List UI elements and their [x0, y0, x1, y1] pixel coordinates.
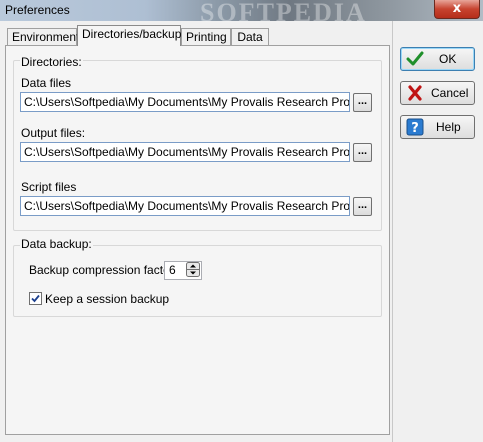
data-files-label: Data files: [21, 76, 72, 90]
keep-session-backup-checkbox[interactable]: [29, 292, 42, 305]
watermark: SOFTPEDIA: [200, 0, 367, 27]
ok-button-label: OK: [439, 52, 457, 66]
ok-button[interactable]: OK: [400, 47, 475, 71]
backup-group-label: Data backup:: [20, 237, 93, 251]
data-files-browse-button[interactable]: ...: [353, 93, 372, 112]
backup-group: [13, 245, 382, 317]
cancel-button[interactable]: Cancel: [400, 81, 475, 105]
cancel-x-icon: [408, 85, 422, 101]
svg-text:?: ?: [411, 121, 419, 136]
help-button-label: Help: [436, 120, 461, 134]
directories-group-label: Directories:: [20, 55, 83, 69]
script-files-browse-button[interactable]: ...: [353, 197, 372, 216]
tab-printing[interactable]: Printing: [181, 28, 231, 45]
output-files-input[interactable]: C:\Users\Softpedia\My Documents\My Prova…: [20, 142, 350, 162]
help-button[interactable]: ? Help: [400, 115, 475, 139]
script-files-input[interactable]: C:\Users\Softpedia\My Documents\My Prova…: [20, 196, 350, 216]
compression-spinner-icon[interactable]: [186, 262, 200, 277]
checkmark-icon: [31, 294, 40, 303]
title-bar: Preferences SOFTPEDIA x: [0, 0, 483, 27]
help-question-icon: ?: [406, 118, 424, 136]
tab-data[interactable]: Data: [231, 28, 269, 45]
close-button[interactable]: x: [434, 0, 480, 19]
tab-environment[interactable]: Environment: [7, 28, 79, 45]
output-files-browse-button[interactable]: ...: [353, 143, 372, 162]
output-files-label: Output files:: [21, 126, 86, 140]
cancel-button-label: Cancel: [431, 86, 469, 100]
window-title: Preferences: [5, 3, 70, 17]
script-files-label: Script files: [21, 180, 77, 194]
tab-directories-backup[interactable]: Directories/backup: [77, 25, 181, 46]
keep-session-backup-label: Keep a session backup: [45, 292, 170, 306]
compression-factor-label: Backup compression factor:: [29, 263, 178, 277]
data-files-input[interactable]: C:\Users\Softpedia\My Documents\My Prova…: [20, 92, 350, 112]
checkmark-icon: [406, 51, 424, 66]
